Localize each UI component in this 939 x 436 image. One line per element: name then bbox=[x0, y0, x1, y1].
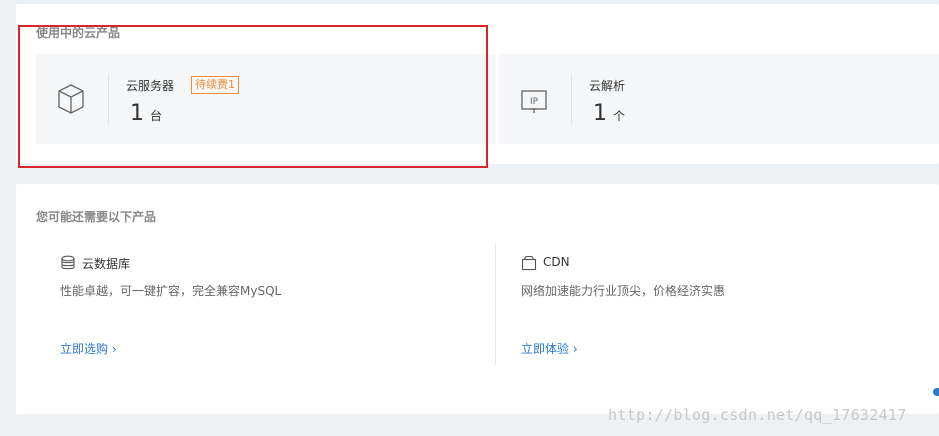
buy-now-link[interactable]: 立即选购 › bbox=[60, 340, 117, 357]
chevron-right-icon: › bbox=[572, 342, 578, 356]
box-icon bbox=[521, 255, 537, 271]
count-value: 1 bbox=[593, 101, 607, 126]
ip-icon: IP bbox=[519, 82, 549, 116]
carousel-dot[interactable] bbox=[933, 388, 939, 396]
recommended-products-panel: 您可能还需要以下产品 云数据库 性能卓越，可一键扩容，完全兼容MySQL 立即选… bbox=[16, 184, 939, 414]
card-divider bbox=[571, 74, 572, 124]
product-name: 云数据库 bbox=[82, 257, 131, 271]
chevron-right-icon: › bbox=[111, 342, 117, 356]
svg-text:IP: IP bbox=[530, 97, 539, 107]
product-description: 性能卓越，可一键扩容，完全兼容MySQL bbox=[60, 284, 282, 298]
try-now-link[interactable]: 立即体验 › bbox=[521, 340, 578, 357]
product-name: CDN bbox=[543, 255, 570, 269]
recommend-section-title: 您可能还需要以下产品 bbox=[36, 210, 157, 224]
count-unit: 个 bbox=[613, 109, 626, 123]
product-card-dns[interactable]: IP 云解析 1个 bbox=[499, 54, 939, 144]
product-description: 网络加速能力行业顶尖，价格经济实惠 bbox=[521, 284, 726, 298]
column-divider bbox=[495, 244, 496, 365]
card-name: 云解析 bbox=[589, 79, 626, 93]
watermark: http://blog.csdn.net/qq_17632417 bbox=[608, 406, 907, 424]
database-icon bbox=[61, 255, 75, 270]
red-highlight-box bbox=[18, 25, 488, 168]
card-count: 1个 bbox=[593, 101, 625, 126]
